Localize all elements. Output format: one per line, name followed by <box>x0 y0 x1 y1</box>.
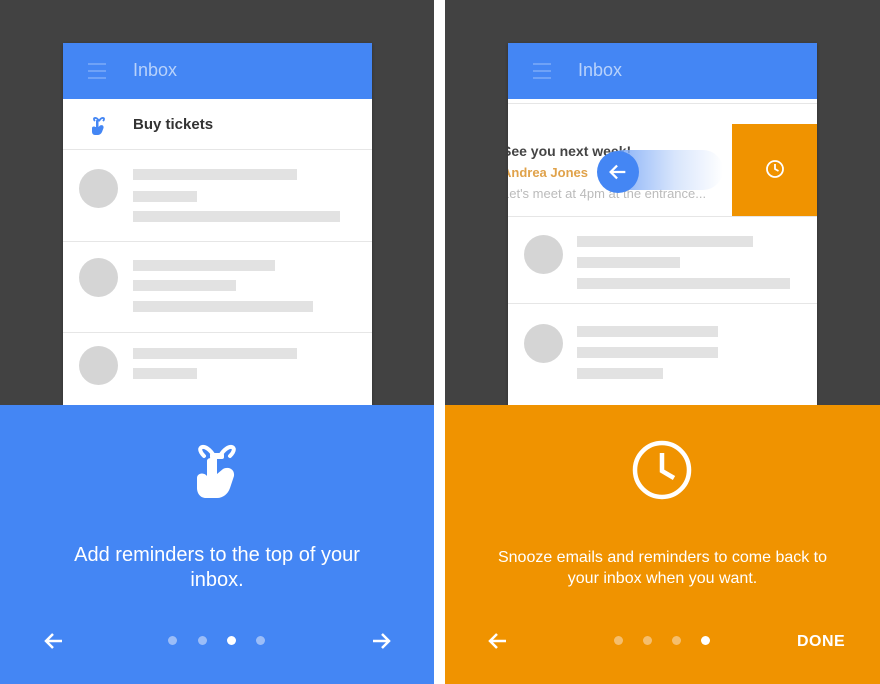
avatar <box>524 235 563 274</box>
onboarding-message: Add reminders to the top of your inbox. <box>74 544 360 591</box>
reminder-text: Buy tickets <box>133 116 214 133</box>
clock-icon <box>632 440 692 500</box>
left-onboarding-screen: Inbox Buy tickets Add reminders to the t… <box>0 0 434 684</box>
menu-icon <box>533 63 551 79</box>
done-button[interactable]: DONE <box>797 633 845 651</box>
arrow-right-icon <box>373 633 391 649</box>
panel-divider <box>434 0 445 684</box>
inbox-preview: Inbox See you next week! Andrea Jones Le… <box>508 43 817 405</box>
clock-icon <box>766 160 784 178</box>
page-dot <box>643 636 652 645</box>
page-dot-active <box>227 636 236 645</box>
reminder-finger-icon <box>92 117 105 135</box>
page-dot <box>256 636 265 645</box>
swipe-handle[interactable] <box>597 151 639 193</box>
page-dot <box>168 636 177 645</box>
right-onboarding-screen: Inbox See you next week! Andrea Jones Le… <box>445 0 880 684</box>
inbox-preview: Inbox Buy tickets <box>63 43 372 405</box>
app-title: Inbox <box>133 60 178 80</box>
back-button[interactable] <box>42 629 66 653</box>
menu-icon <box>88 63 106 79</box>
page-dot <box>614 636 623 645</box>
page-dot <box>672 636 681 645</box>
arrow-left-icon <box>488 633 506 649</box>
arrow-left-icon <box>609 164 626 180</box>
app-title: Inbox <box>578 60 623 80</box>
page-indicator <box>614 636 714 646</box>
next-button[interactable] <box>369 629 393 653</box>
list-item[interactable] <box>63 333 372 405</box>
arrow-left-icon <box>44 633 62 649</box>
avatar <box>79 258 118 297</box>
page-dot <box>198 636 207 645</box>
list-item[interactable] <box>508 217 817 303</box>
avatar <box>79 169 118 208</box>
app-bar: Inbox <box>63 43 372 99</box>
avatar <box>79 346 118 385</box>
email-sender: Andrea Jones <box>508 165 588 180</box>
page-indicator <box>168 636 268 646</box>
back-button[interactable] <box>486 629 510 653</box>
list-item[interactable] <box>63 242 372 332</box>
avatar <box>524 324 563 363</box>
page-dot-active <box>701 636 710 645</box>
reminder-finger-icon <box>197 445 236 498</box>
reminder-row[interactable]: Buy tickets <box>63 99 372 149</box>
list-item[interactable] <box>63 150 372 241</box>
snooze-action[interactable] <box>732 124 817 216</box>
onboarding-message: Snooze emails and reminders to come back… <box>497 549 828 587</box>
list-item[interactable] <box>508 304 817 405</box>
app-bar: Inbox <box>508 43 817 99</box>
